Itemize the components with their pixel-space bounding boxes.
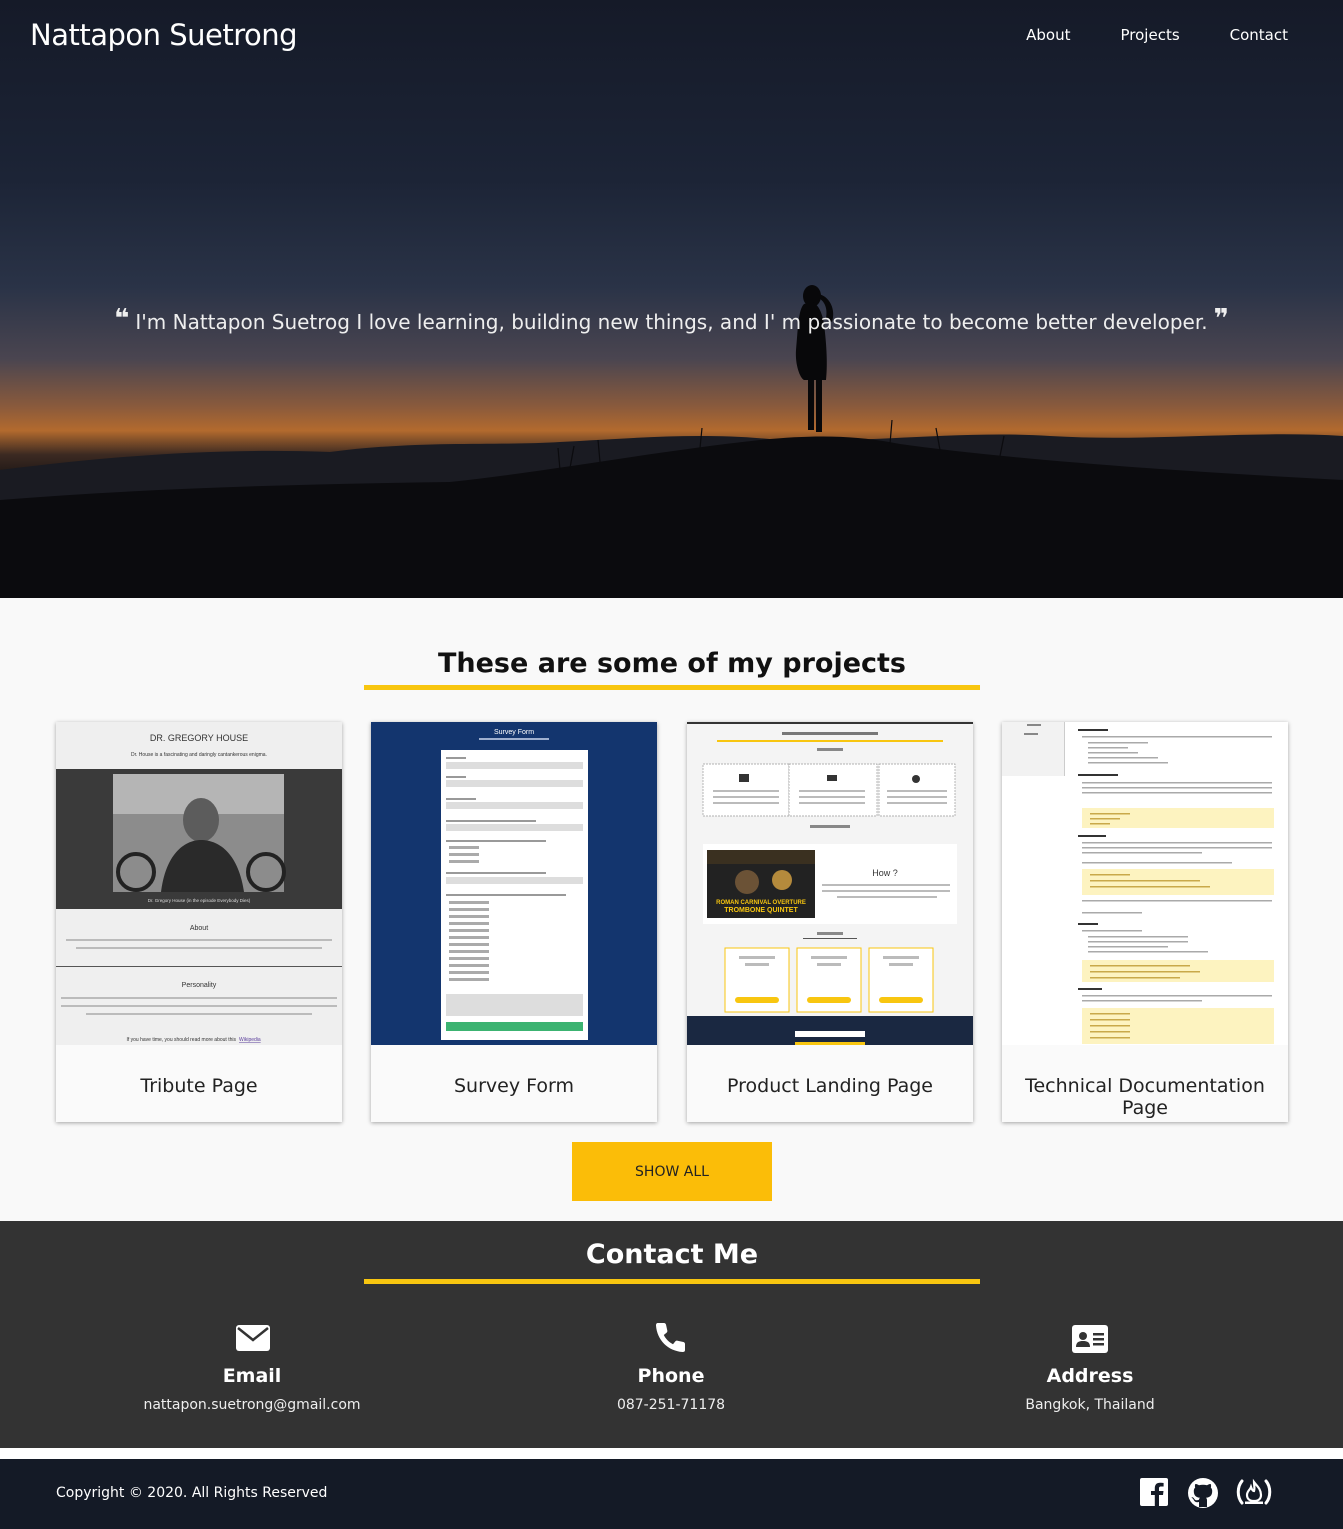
contact-email-value[interactable]: nattapon.suetrong@gmail.com (102, 1397, 402, 1413)
nav-about[interactable]: About (1026, 26, 1070, 44)
contact-section: Contact Me Email nattapon.suetrong@gmail… (0, 1221, 1343, 1448)
contact-email-label: Email (222, 1365, 282, 1387)
freecodecamp-icon[interactable] (1235, 1477, 1273, 1507)
landing-thumb-video-line2: TROMBONE QUINTET (724, 907, 798, 914)
project-caption: Technical Documentation Page (1025, 1075, 1265, 1119)
projects-section: These are some of my projects DR. GREGOR… (0, 598, 1343, 1221)
contact-phone-label: Phone (637, 1365, 705, 1387)
project-card-landing[interactable]: ROMAN CARNIVAL OVERTURE TROMBONE QUINTET… (687, 722, 973, 1122)
quote-close-icon: ❞ (1213, 304, 1229, 334)
hero-quote: ❝ I'm Nattapon Suetrog I love learning, b… (0, 304, 1343, 340)
contact-phone-value[interactable]: 087-251-71178 (521, 1397, 821, 1413)
github-icon[interactable] (1187, 1477, 1218, 1508)
sunset-silhouette-image (0, 285, 1343, 598)
contact-title: Contact Me (585, 1239, 759, 1270)
projects-title-underline (364, 685, 980, 690)
project-card-docs[interactable]: Technical Documentation Page (1002, 722, 1288, 1122)
tribute-thumb-photo-caption: Dr. Gregory House (in the episode Everyb… (148, 898, 251, 903)
envelope-icon (236, 1325, 270, 1351)
project-card-tribute[interactable]: DR. GREGORY HOUSE Dr. House is a fascina… (56, 722, 342, 1122)
landing-thumbnail: ROMAN CARNIVAL OVERTURE TROMBONE QUINTET… (687, 722, 973, 1045)
project-caption: Tribute Page (140, 1075, 258, 1097)
survey-thumb-title: Survey Form (494, 729, 534, 736)
project-card-survey[interactable]: Survey Form Survey Form (371, 722, 657, 1122)
footer: Copyright © 2020. All Rights Reserved (0, 1459, 1343, 1529)
tribute-thumb-link: Wikipedia (239, 1037, 261, 1043)
copyright-text: Copyright © 2020. All Rights Reserved (56, 1485, 328, 1501)
projects-title: These are some of my projects (437, 648, 907, 679)
contact-address-label: Address (1046, 1365, 1134, 1387)
contact-title-underline (364, 1279, 980, 1284)
nav-projects[interactable]: Projects (1121, 26, 1180, 44)
section-divider (0, 1448, 1343, 1459)
project-caption: Product Landing Page (727, 1075, 933, 1097)
facebook-icon[interactable] (1139, 1477, 1169, 1507)
tribute-thumb-about: About (190, 925, 208, 932)
tribute-thumb-title: DR. GREGORY HOUSE (150, 733, 248, 743)
tribute-thumb-personality: Personality (182, 982, 217, 989)
survey-thumbnail: Survey Form (371, 722, 657, 1045)
tribute-thumb-footer: If you have time, you should read more a… (126, 1037, 236, 1043)
address-card-icon (1072, 1325, 1108, 1353)
phone-icon (656, 1323, 685, 1352)
hero-quote-text: I'm Nattapon Suetrog I love learning, bu… (135, 310, 1208, 334)
brand-logo[interactable]: Nattapon Suetrong (30, 18, 298, 52)
quote-open-icon: ❝ (114, 304, 130, 334)
show-all-button[interactable]: SHOW ALL (572, 1142, 772, 1201)
landing-thumb-how: How ? (872, 868, 898, 878)
nav-contact[interactable]: Contact (1230, 26, 1288, 44)
main-nav: About Projects Contact (1026, 26, 1288, 44)
project-caption: Survey Form (454, 1075, 574, 1097)
tribute-thumbnail: DR. GREGORY HOUSE Dr. House is a fascina… (56, 722, 342, 1045)
social-links (1139, 1477, 1273, 1508)
hero-section: Nattapon Suetrong About Projects Contact… (0, 0, 1343, 598)
contact-address-value: Bangkok, Thailand (1025, 1397, 1155, 1413)
landing-thumb-video-line1: ROMAN CARNIVAL OVERTURE (716, 900, 806, 906)
docs-thumbnail (1002, 722, 1288, 1045)
tribute-thumb-subtitle: Dr. House is a fascinating and daringly … (131, 752, 267, 758)
